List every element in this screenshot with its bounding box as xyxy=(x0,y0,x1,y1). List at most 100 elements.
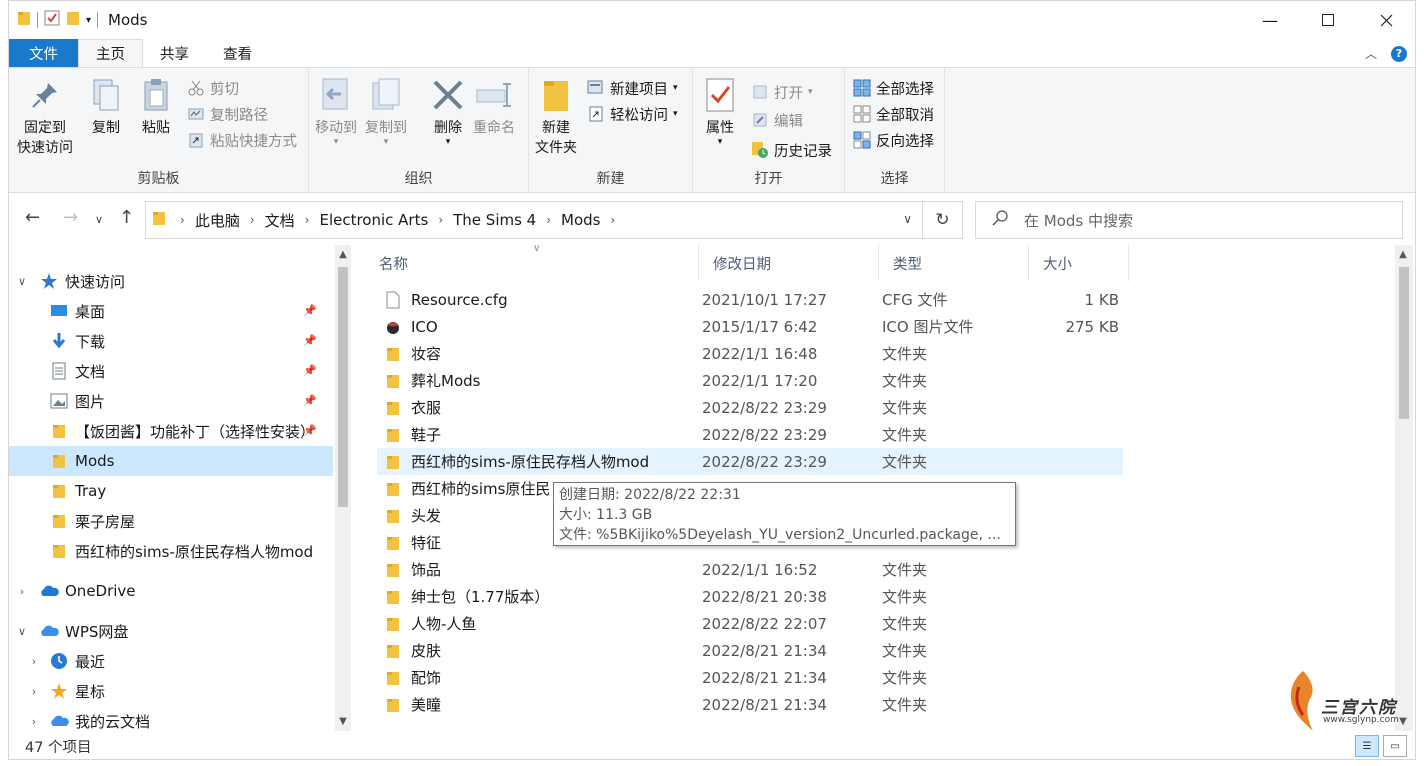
move-to-button[interactable]: 移动到 ▾ xyxy=(315,76,357,147)
nav-item-chestnut-houses[interactable]: 栗子房屋 xyxy=(9,506,333,536)
file-row[interactable]: 饰品 2022/1/1 16:52 文件夹 xyxy=(377,556,1123,583)
file-row[interactable]: ICO 2015/1/17 6:42 ICO 图片文件 275 KB xyxy=(377,313,1123,340)
refresh-icon[interactable]: ↻ xyxy=(922,202,962,238)
new-folder-button[interactable]: 新建 文件夹 xyxy=(535,76,577,158)
address-bar[interactable]: › 此电脑 › 文档 › Electronic Arts › The Sims … xyxy=(145,201,963,239)
file-row[interactable]: 人物-人鱼 2022/8/22 22:07 文件夹 xyxy=(377,610,1123,637)
pin-icon[interactable]: 📌 xyxy=(303,424,317,437)
scroll-up-icon[interactable]: ▲ xyxy=(1395,249,1411,260)
scroll-up-icon[interactable]: ▲ xyxy=(335,249,351,260)
breadcrumb-mods[interactable]: Mods xyxy=(561,211,600,229)
file-scroll-thumb[interactable] xyxy=(1399,267,1409,419)
breadcrumb-this-pc[interactable]: 此电脑 xyxy=(195,210,240,231)
nav-item-documents[interactable]: 文档 📌 xyxy=(9,356,333,386)
details-view-icon[interactable]: ☰ xyxy=(1355,735,1379,757)
breadcrumb-documents[interactable]: 文档 xyxy=(265,210,295,231)
customize-dropdown-icon[interactable]: ▾ xyxy=(86,15,91,26)
nav-wps-starred[interactable]: › 星标 xyxy=(27,676,327,706)
nav-onedrive[interactable]: › OneDrive xyxy=(15,576,329,606)
expand-chevron-right-icon[interactable]: › xyxy=(27,715,41,728)
file-row[interactable]: 鞋子 2022/8/22 23:29 文件夹 xyxy=(377,421,1123,448)
collapse-ribbon-icon[interactable]: ︿ xyxy=(1365,45,1377,62)
column-header-name[interactable]: ∨ 名称 xyxy=(365,245,699,281)
close-icon[interactable] xyxy=(1357,1,1415,39)
pin-quick-access-button[interactable]: 固定到 快速访问 xyxy=(17,76,73,158)
large-icons-view-icon[interactable]: ▭ xyxy=(1383,735,1407,757)
forward-arrow-icon[interactable]: → xyxy=(63,207,78,228)
select-all-button[interactable]: 全部选择 xyxy=(853,76,934,100)
tab-view[interactable]: 查看 xyxy=(206,39,269,67)
help-icon[interactable]: ? xyxy=(1391,45,1407,62)
minimize-icon[interactable]: — xyxy=(1241,1,1299,39)
file-row[interactable]: 美瞳 2022/8/21 21:34 文件夹 xyxy=(377,691,1123,718)
expand-chevron-right-icon[interactable]: › xyxy=(27,655,41,668)
pin-icon[interactable]: 📌 xyxy=(303,304,317,317)
paste-shortcut-button[interactable]: 粘贴快捷方式 xyxy=(187,128,297,152)
scroll-down-icon[interactable]: ▼ xyxy=(335,716,351,727)
history-button[interactable]: 历史记录 xyxy=(751,138,832,162)
easy-access-button[interactable]: 轻松访问 ▾ xyxy=(587,102,678,126)
nav-quick-access[interactable]: ∨ 快速访问 xyxy=(15,266,329,296)
column-header-type[interactable]: 类型 xyxy=(879,245,1029,281)
new-item-button[interactable]: 新建项目 ▾ xyxy=(587,76,678,100)
cut-button[interactable]: 剪切 xyxy=(187,76,239,100)
expand-chevron-down-icon[interactable]: ∨ xyxy=(15,625,29,638)
invert-selection-icon xyxy=(853,131,871,149)
invert-selection-button[interactable]: 反向选择 xyxy=(853,128,934,152)
breadcrumb-the-sims-4[interactable]: The Sims 4 xyxy=(453,211,536,229)
column-header-size[interactable]: 大小 xyxy=(1029,245,1129,281)
nav-item-tray[interactable]: Tray xyxy=(9,476,333,506)
rename-button[interactable]: 重命名 xyxy=(473,76,515,138)
recent-locations-chevron-icon[interactable]: ∨ xyxy=(95,213,103,226)
file-row[interactable]: 葬礼Mods 2022/1/1 17:20 文件夹 xyxy=(377,367,1123,394)
tab-share[interactable]: 共享 xyxy=(143,39,206,67)
pin-icon[interactable]: 📌 xyxy=(303,394,317,407)
edit-button[interactable]: 编辑 xyxy=(751,108,803,132)
nav-scrollbar[interactable]: ▲ ▼ xyxy=(335,245,351,731)
nav-item-desktop[interactable]: 桌面 📌 xyxy=(9,296,333,326)
nav-item-tomato-sims[interactable]: 西红柿的sims-原住民存档人物mod xyxy=(9,536,333,566)
file-row[interactable]: 妆容 2022/1/1 16:48 文件夹 xyxy=(377,340,1123,367)
column-header-date[interactable]: 修改日期 xyxy=(699,245,879,281)
new-folder-icon[interactable] xyxy=(66,10,80,30)
file-row[interactable]: 西红柿的sims-原住民存档人物mod 2022/8/22 23:29 文件夹 xyxy=(377,448,1123,475)
search-input[interactable]: 在 Mods 中搜索 xyxy=(975,201,1403,239)
open-group-label: 打开 xyxy=(754,171,783,187)
copy-button[interactable]: 复制 xyxy=(87,76,125,138)
paste-button[interactable]: 粘贴 xyxy=(137,76,175,138)
expand-chevron-down-icon[interactable]: ∨ xyxy=(15,275,29,288)
breadcrumb-electronic-arts[interactable]: Electronic Arts xyxy=(319,211,428,229)
nav-item-mods[interactable]: Mods xyxy=(9,446,333,476)
up-arrow-icon[interactable]: ↑ xyxy=(119,207,134,228)
nav-wps-recent[interactable]: › 最近 xyxy=(27,646,327,676)
dropdown-arrow-icon: ▾ xyxy=(333,137,339,147)
expand-chevron-right-icon[interactable]: › xyxy=(15,585,29,598)
back-arrow-icon[interactable]: ← xyxy=(25,207,40,228)
pin-icon[interactable]: 📌 xyxy=(303,334,317,347)
copy-to-button[interactable]: 复制到 ▾ xyxy=(365,76,407,147)
select-none-button[interactable]: 全部取消 xyxy=(853,102,934,126)
maximize-icon[interactable] xyxy=(1299,1,1357,39)
nav-item-downloads[interactable]: 下载 📌 xyxy=(9,326,333,356)
file-row[interactable]: 皮肤 2022/8/21 21:34 文件夹 xyxy=(377,637,1123,664)
file-row[interactable]: 配饰 2022/8/21 21:34 文件夹 xyxy=(377,664,1123,691)
properties-button[interactable]: 属性 ▾ xyxy=(701,76,739,147)
address-dropdown-icon[interactable]: ∨ xyxy=(903,212,912,226)
nav-item-patch-folder[interactable]: 【饭团酱】功能补丁（选择性安装） 📌 xyxy=(9,416,333,446)
nav-scroll-thumb[interactable] xyxy=(338,267,348,507)
copy-path-button[interactable]: 复制路径 xyxy=(187,102,268,126)
properties-check-icon[interactable] xyxy=(44,10,60,30)
file-row[interactable]: 衣服 2022/8/22 23:29 文件夹 xyxy=(377,394,1123,421)
expand-chevron-right-icon[interactable]: › xyxy=(27,685,41,698)
file-row[interactable]: 绅士包（1.77版本） 2022/8/21 20:38 文件夹 xyxy=(377,583,1123,610)
pin-icon[interactable]: 📌 xyxy=(303,364,317,377)
tab-file[interactable]: 文件 xyxy=(9,39,78,67)
file-name: 人物-人鱼 xyxy=(411,615,477,633)
file-row[interactable]: Resource.cfg 2021/10/1 17:27 CFG 文件 1 KB xyxy=(377,286,1123,313)
file-list-scrollbar[interactable]: ▲ ▼ xyxy=(1395,245,1413,731)
open-button[interactable]: 打开 ▾ xyxy=(751,80,813,104)
tab-home[interactable]: 主页 xyxy=(78,39,143,67)
delete-button[interactable]: 删除 ▾ xyxy=(429,76,467,147)
nav-wps[interactable]: ∨ WPS网盘 xyxy=(15,616,329,646)
nav-item-pictures[interactable]: 图片 📌 xyxy=(9,386,333,416)
